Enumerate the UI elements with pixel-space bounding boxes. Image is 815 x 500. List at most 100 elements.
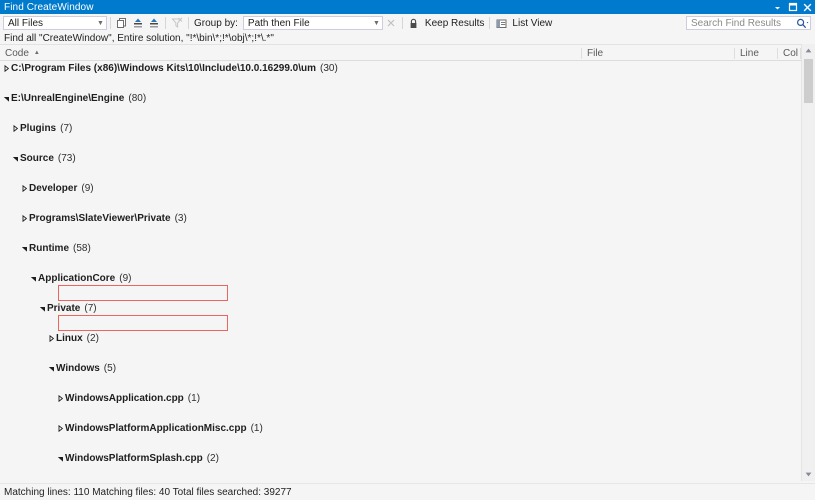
tree-node-count: (9) <box>119 273 132 284</box>
tree-node-count: (2) <box>206 453 219 464</box>
tree-group-row[interactable]: Plugins (7) <box>0 121 801 136</box>
tree-node-count: (1) <box>187 393 201 404</box>
tree-node-count: (5) <box>103 363 117 374</box>
vertical-scrollbar[interactable] <box>801 44 815 481</box>
search-find-results-box[interactable] <box>686 16 811 30</box>
search-icon[interactable] <box>794 18 810 29</box>
chevron-right-icon[interactable] <box>11 121 20 136</box>
column-header-line[interactable]: Line <box>735 45 778 61</box>
window-title: Find CreateWindow <box>4 1 94 13</box>
tree-node-label: C:\Program Files (x86)\Windows Kits\10\I… <box>11 63 317 74</box>
tree-node-count: (1) <box>250 423 263 434</box>
lock-icon <box>406 15 422 31</box>
group-by-dropdown[interactable]: Path then File ▼ <box>242 16 383 30</box>
tree-node: Linux (2) <box>47 331 99 346</box>
column-header-file[interactable]: File <box>582 45 735 61</box>
tree-node-label: Linux <box>56 333 83 344</box>
tree-node-count: (9) <box>81 183 94 194</box>
tree-group-row[interactable]: Linux (2) <box>0 331 801 346</box>
keep-results-button[interactable]: Keep Results <box>406 15 486 31</box>
next-location-button[interactable] <box>146 15 162 31</box>
tree-group-row[interactable]: WindowsPlatformSplash.cpp (2) <box>0 451 801 466</box>
tree-node-count: (7) <box>84 303 97 314</box>
tree-group-row[interactable]: WindowsApplication.cpp (1) <box>0 391 801 406</box>
column-header-code[interactable]: Code ▲ <box>0 45 582 61</box>
title-bar: Find CreateWindow <box>0 0 815 14</box>
toolbar-separator <box>489 17 491 29</box>
close-icon[interactable] <box>800 0 815 14</box>
group-by-value: Path then File <box>247 17 310 29</box>
tree-node: E:\UnrealEngine\Engine (80) <box>2 91 146 106</box>
tree-group-row[interactable]: Private (7) <box>0 301 801 316</box>
tree-group-row[interactable]: C:\Program Files (x86)\Windows Kits\10\I… <box>0 61 801 76</box>
chevron-right-icon[interactable] <box>56 391 65 406</box>
file-filter-value: All Files <box>8 17 44 29</box>
scrollbar-thumb[interactable] <box>804 59 813 103</box>
tree-node-label: ApplicationCore <box>38 273 116 284</box>
file-filter-dropdown[interactable]: All Files ▼ <box>3 16 107 30</box>
group-by-label: Group by: <box>194 17 238 29</box>
tree-node-count: (80) <box>128 93 147 104</box>
find-results-tree[interactable]: C:\Program Files (x86)\Windows Kits\10\I… <box>0 61 801 481</box>
column-header-row: Code ▲ File Line Col <box>0 44 815 61</box>
chevron-down-icon[interactable] <box>56 451 65 466</box>
status-text: Matching lines: 110 Matching files: 40 T… <box>4 486 292 498</box>
copy-button[interactable] <box>114 15 130 31</box>
chevron-down-icon: ▼ <box>372 19 380 27</box>
tree-node-label: Windows <box>56 363 100 374</box>
list-view-icon <box>493 15 509 31</box>
scroll-up-icon[interactable] <box>802 44 815 57</box>
chevron-down-icon[interactable] <box>2 91 11 106</box>
tree-node-count: (73) <box>57 153 76 164</box>
tree-node-label: Programs\SlateViewer\Private <box>29 213 171 224</box>
tree-node: WindowsPlatformApplicationMisc.cpp (1) <box>56 421 263 436</box>
tree-node: Runtime (58) <box>20 241 91 256</box>
tree-group-row[interactable]: Windows (5) <box>0 361 801 376</box>
tree-node-label: WindowsPlatformSplash.cpp <box>65 453 203 464</box>
sort-ascending-icon: ▲ <box>33 50 40 56</box>
tree-node-count: (7) <box>60 123 73 134</box>
chevron-right-icon[interactable] <box>2 61 11 76</box>
chevron-down-icon[interactable] <box>47 361 56 376</box>
chevron-down-icon[interactable] <box>38 301 47 316</box>
column-header-col[interactable]: Col <box>778 45 801 61</box>
list-view-label: List View <box>512 17 553 29</box>
tree-node: ApplicationCore (9) <box>29 271 131 286</box>
tree-node-count: (2) <box>86 333 99 344</box>
toolbar-separator <box>110 17 111 29</box>
tree-group-row[interactable]: WindowsPlatformApplicationMisc.cpp (1) <box>0 421 801 436</box>
tree-node-count: (3) <box>174 213 187 224</box>
tree-node-label: Source <box>20 153 54 164</box>
tree-group-row[interactable]: Runtime (58) <box>0 241 801 256</box>
tree-group-row[interactable]: E:\UnrealEngine\Engine (80) <box>0 91 801 106</box>
chevron-down-icon[interactable] <box>20 241 29 256</box>
scroll-down-icon[interactable] <box>802 468 815 481</box>
tree-group-row[interactable]: Source (73) <box>0 151 801 166</box>
previous-location-button[interactable] <box>130 15 146 31</box>
chevron-right-icon[interactable] <box>47 331 56 346</box>
tree-node: C:\Program Files (x86)\Windows Kits\10\I… <box>2 61 338 76</box>
chevron-down-icon[interactable] <box>29 271 38 286</box>
restore-icon[interactable] <box>785 0 800 14</box>
toolbar-separator <box>401 17 403 29</box>
tree-node-label: WindowsApplication.cpp <box>65 393 184 404</box>
chevron-right-icon[interactable] <box>20 181 29 196</box>
tree-node-count: (58) <box>73 243 91 254</box>
chevron-right-icon[interactable] <box>56 421 65 436</box>
tree-node: Programs\SlateViewer\Private (3) <box>20 211 187 226</box>
list-view-button[interactable]: List View <box>493 15 554 31</box>
chevron-down-icon[interactable] <box>11 151 20 166</box>
tree-node-label: Plugins <box>20 123 57 134</box>
tree-group-row[interactable]: ApplicationCore (9) <box>0 271 801 286</box>
tree-group-row[interactable]: Developer (9) <box>0 181 801 196</box>
search-input[interactable] <box>691 17 794 29</box>
tree-node-label: WindowsPlatformApplicationMisc.cpp <box>65 423 247 434</box>
tree-node: Plugins (7) <box>11 121 72 136</box>
chevron-down-icon[interactable] <box>770 0 785 14</box>
chevron-right-icon[interactable] <box>20 211 29 226</box>
close-group-button[interactable] <box>383 15 399 31</box>
tree-node-label: Private <box>47 303 81 314</box>
tree-node-label: Runtime <box>29 243 69 254</box>
tree-group-row[interactable]: Programs\SlateViewer\Private (3) <box>0 211 801 226</box>
find-results-window: Find CreateWindow All Files ▼ Group by: … <box>0 0 815 500</box>
